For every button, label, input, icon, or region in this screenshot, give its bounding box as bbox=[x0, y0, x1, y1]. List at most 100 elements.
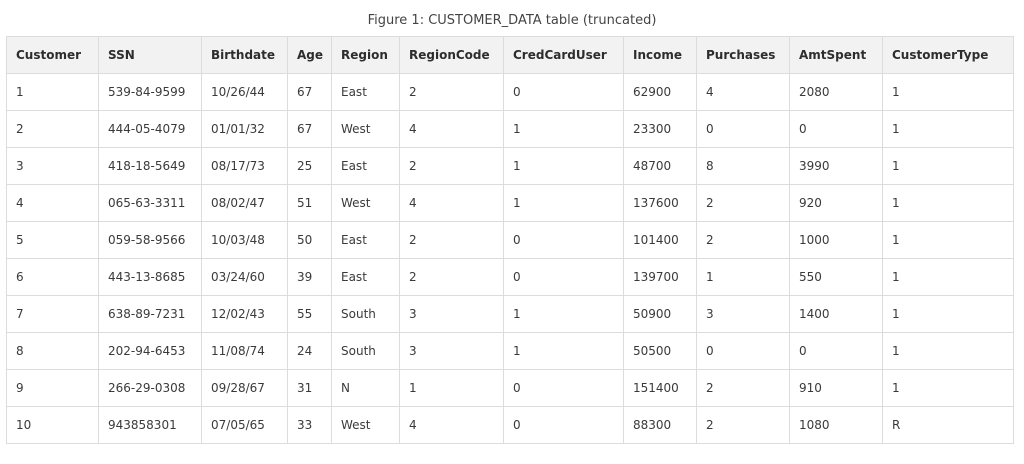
cell-amtspent: 0 bbox=[789, 332, 883, 370]
cell-purchases: 1 bbox=[696, 258, 790, 296]
cell-region: East bbox=[331, 221, 400, 259]
cell-regioncode: 3 bbox=[399, 295, 504, 333]
cell-ssn: 202-94-6453 bbox=[98, 332, 202, 370]
cell-ssn: 418-18-5649 bbox=[98, 147, 202, 185]
cell-amtspent: 2080 bbox=[789, 73, 883, 111]
table-row: 5 059-58-9566 10/03/48 50 East 2 0 101400 2 1000 1 bbox=[6, 221, 1014, 259]
cell-income: 151400 bbox=[623, 369, 697, 407]
cell-amtspent: 1000 bbox=[789, 221, 883, 259]
cell-credcarduser: 0 bbox=[503, 258, 624, 296]
cell-customer: 7 bbox=[6, 295, 99, 333]
cell-customer: 3 bbox=[6, 147, 99, 185]
cell-purchases: 8 bbox=[696, 147, 790, 185]
cell-purchases: 2 bbox=[696, 221, 790, 259]
column-header-customertype: CustomerType bbox=[882, 36, 1014, 74]
cell-regioncode: 2 bbox=[399, 73, 504, 111]
column-header-amtspent: AmtSpent bbox=[789, 36, 883, 74]
cell-credcarduser: 1 bbox=[503, 332, 624, 370]
cell-age: 50 bbox=[287, 221, 332, 259]
cell-income: 139700 bbox=[623, 258, 697, 296]
cell-amtspent: 3990 bbox=[789, 147, 883, 185]
table-row: 9 266-29-0308 09/28/67 31 N 1 0 151400 2 910 1 bbox=[6, 369, 1014, 407]
cell-region: West bbox=[331, 184, 400, 222]
cell-region: West bbox=[331, 110, 400, 148]
cell-ssn: 638-89-7231 bbox=[98, 295, 202, 333]
table-row: 7 638-89-7231 12/02/43 55 South 3 1 50900 3 1400 1 bbox=[6, 295, 1014, 333]
cell-amtspent: 910 bbox=[789, 369, 883, 407]
cell-customer: 4 bbox=[6, 184, 99, 222]
cell-purchases: 0 bbox=[696, 332, 790, 370]
cell-purchases: 2 bbox=[696, 184, 790, 222]
cell-customertype: 1 bbox=[882, 369, 1014, 407]
cell-income: 50900 bbox=[623, 295, 697, 333]
column-header-age: Age bbox=[287, 36, 332, 74]
cell-birthdate: 08/17/73 bbox=[201, 147, 288, 185]
cell-customertype: 1 bbox=[882, 110, 1014, 148]
cell-income: 23300 bbox=[623, 110, 697, 148]
cell-credcarduser: 0 bbox=[503, 221, 624, 259]
cell-income: 48700 bbox=[623, 147, 697, 185]
cell-customer: 5 bbox=[6, 221, 99, 259]
cell-customer: 2 bbox=[6, 110, 99, 148]
column-header-ssn: SSN bbox=[98, 36, 202, 74]
cell-age: 33 bbox=[287, 406, 332, 444]
cell-region: South bbox=[331, 332, 400, 370]
cell-purchases: 0 bbox=[696, 110, 790, 148]
column-header-regioncode: RegionCode bbox=[399, 36, 504, 74]
table-row: 6 443-13-8685 03/24/60 39 East 2 0 139700 1 550 1 bbox=[6, 258, 1014, 296]
cell-amtspent: 1400 bbox=[789, 295, 883, 333]
table-row: 1 539-84-9599 10/26/44 67 East 2 0 62900 4 2080 1 bbox=[6, 73, 1014, 111]
cell-income: 137600 bbox=[623, 184, 697, 222]
cell-customertype: 1 bbox=[882, 73, 1014, 111]
cell-customertype: 1 bbox=[882, 147, 1014, 185]
cell-amtspent: 1080 bbox=[789, 406, 883, 444]
cell-ssn: 943858301 bbox=[98, 406, 202, 444]
table-body: 1 539-84-9599 10/26/44 67 East 2 0 62900 4 2080 1 2… bbox=[6, 73, 1014, 444]
table-row: 8 202-94-6453 11/08/74 24 South 3 1 50500 0 0 1 bbox=[6, 332, 1014, 370]
cell-regioncode: 1 bbox=[399, 369, 504, 407]
cell-credcarduser: 1 bbox=[503, 295, 624, 333]
customer-data-table: Customer SSN Birthdate Age Region Region… bbox=[6, 36, 1014, 444]
cell-age: 24 bbox=[287, 332, 332, 370]
cell-income: 88300 bbox=[623, 406, 697, 444]
cell-region: South bbox=[331, 295, 400, 333]
cell-region: N bbox=[331, 369, 400, 407]
column-header-income: Income bbox=[623, 36, 697, 74]
cell-age: 67 bbox=[287, 110, 332, 148]
cell-birthdate: 12/02/43 bbox=[201, 295, 288, 333]
cell-region: East bbox=[331, 258, 400, 296]
figure: Figure 1: CUSTOMER_DATA table (truncated… bbox=[0, 0, 1024, 464]
cell-customertype: 1 bbox=[882, 258, 1014, 296]
cell-birthdate: 07/05/65 bbox=[201, 406, 288, 444]
column-header-customer: Customer bbox=[6, 36, 99, 74]
cell-ssn: 266-29-0308 bbox=[98, 369, 202, 407]
cell-credcarduser: 0 bbox=[503, 406, 624, 444]
cell-age: 25 bbox=[287, 147, 332, 185]
cell-region: East bbox=[331, 147, 400, 185]
cell-regioncode: 2 bbox=[399, 258, 504, 296]
cell-birthdate: 11/08/74 bbox=[201, 332, 288, 370]
cell-customer: 8 bbox=[6, 332, 99, 370]
cell-purchases: 2 bbox=[696, 369, 790, 407]
cell-purchases: 3 bbox=[696, 295, 790, 333]
table-header-row: Customer SSN Birthdate Age Region Region… bbox=[6, 36, 1014, 74]
cell-age: 31 bbox=[287, 369, 332, 407]
cell-customer: 1 bbox=[6, 73, 99, 111]
cell-credcarduser: 1 bbox=[503, 147, 624, 185]
table-row: 3 418-18-5649 08/17/73 25 East 2 1 48700 8 3990 1 bbox=[6, 147, 1014, 185]
cell-purchases: 2 bbox=[696, 406, 790, 444]
cell-birthdate: 10/26/44 bbox=[201, 73, 288, 111]
cell-customer: 10 bbox=[6, 406, 99, 444]
cell-ssn: 059-58-9566 bbox=[98, 221, 202, 259]
cell-amtspent: 550 bbox=[789, 258, 883, 296]
cell-credcarduser: 1 bbox=[503, 110, 624, 148]
cell-regioncode: 4 bbox=[399, 110, 504, 148]
cell-customertype: 1 bbox=[882, 332, 1014, 370]
cell-regioncode: 4 bbox=[399, 184, 504, 222]
cell-ssn: 443-13-8685 bbox=[98, 258, 202, 296]
figure-caption: Figure 1: CUSTOMER_DATA table (truncated… bbox=[367, 13, 657, 28]
cell-birthdate: 03/24/60 bbox=[201, 258, 288, 296]
table-row: 10 943858301 07/05/65 33 West 4 0 88300 2 1080 R bbox=[6, 406, 1014, 444]
table-row: 4 065-63-3311 08/02/47 51 West 4 1 137600 2 920 1 bbox=[6, 184, 1014, 222]
cell-credcarduser: 0 bbox=[503, 73, 624, 111]
